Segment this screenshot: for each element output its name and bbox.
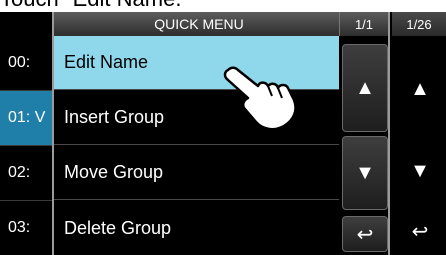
bg-list-item[interactable]: 03: [0,201,58,255]
menu-item-move-group[interactable]: Move Group [54,146,339,200]
menu-item-label: Edit Name [64,52,149,72]
down-arrow-icon: ▼ [355,161,375,184]
popup-scroll-up-button[interactable]: ▲ [342,44,388,132]
menu-item-label: Insert Group [64,107,165,127]
popup-back-button[interactable]: ↩ [342,216,388,252]
back-arrow-icon: ↩ [411,220,429,243]
popup-page-counter: 1/1 [339,12,388,36]
quick-menu-popup: QUICK MENU 1/1 Edit Name Insert Group Mo… [52,12,390,255]
bg-back-button[interactable]: ↩ [398,212,442,250]
bg-scroll-down-button[interactable]: ▼ [398,136,442,206]
radio-screen: 00: 01: V 02: 03: 1/26 ▲ ▼ ↩ QUICK MENU … [0,12,446,255]
popup-scroll-down-button[interactable]: ▼ [342,136,388,210]
popup-title: QUICK MENU [154,16,244,32]
up-arrow-icon: ▲ [355,76,375,99]
bg-page-counter: 1/26 [392,12,446,36]
menu-item-label: Move Group [64,162,164,182]
menu-item-label: Delete Group [64,217,172,238]
popup-header: QUICK MENU 1/1 [54,12,388,36]
up-arrow-icon: ▲ [410,77,430,100]
popup-scroll-column: ▲ ▼ ↩ [342,36,388,255]
bg-scroll-up-button[interactable]: ▲ [398,44,442,134]
bg-list-item[interactable]: 02: [0,146,58,200]
instruction-caption: Touch "Edit Name." [0,0,446,10]
back-arrow-icon: ↩ [356,223,374,246]
bg-list-item-selected[interactable]: 01: V [0,91,58,145]
menu-item-delete-group[interactable]: Delete Group [54,201,339,255]
hand-pointer-icon [223,66,297,131]
down-arrow-icon: ▼ [410,159,430,182]
bg-list-item[interactable]: 00: [0,36,58,90]
